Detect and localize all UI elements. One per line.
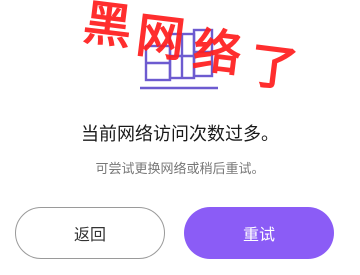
retry-button[interactable]: 重试 [184,207,334,259]
overlay-char-4: 了 [246,37,300,99]
back-button[interactable]: 返回 [15,207,165,259]
overlay-char-2: 网 [133,7,186,69]
overlay-char-1: 黑 [80,0,133,56]
error-message: 当前网络访问次数过多。 [81,124,279,145]
overlay-stamp-text: 黑 网 络 了 [66,0,318,130]
overlay-char-3: 络 [189,22,243,84]
error-hint: 可尝试更换网络或稍后重试。 [95,162,265,177]
